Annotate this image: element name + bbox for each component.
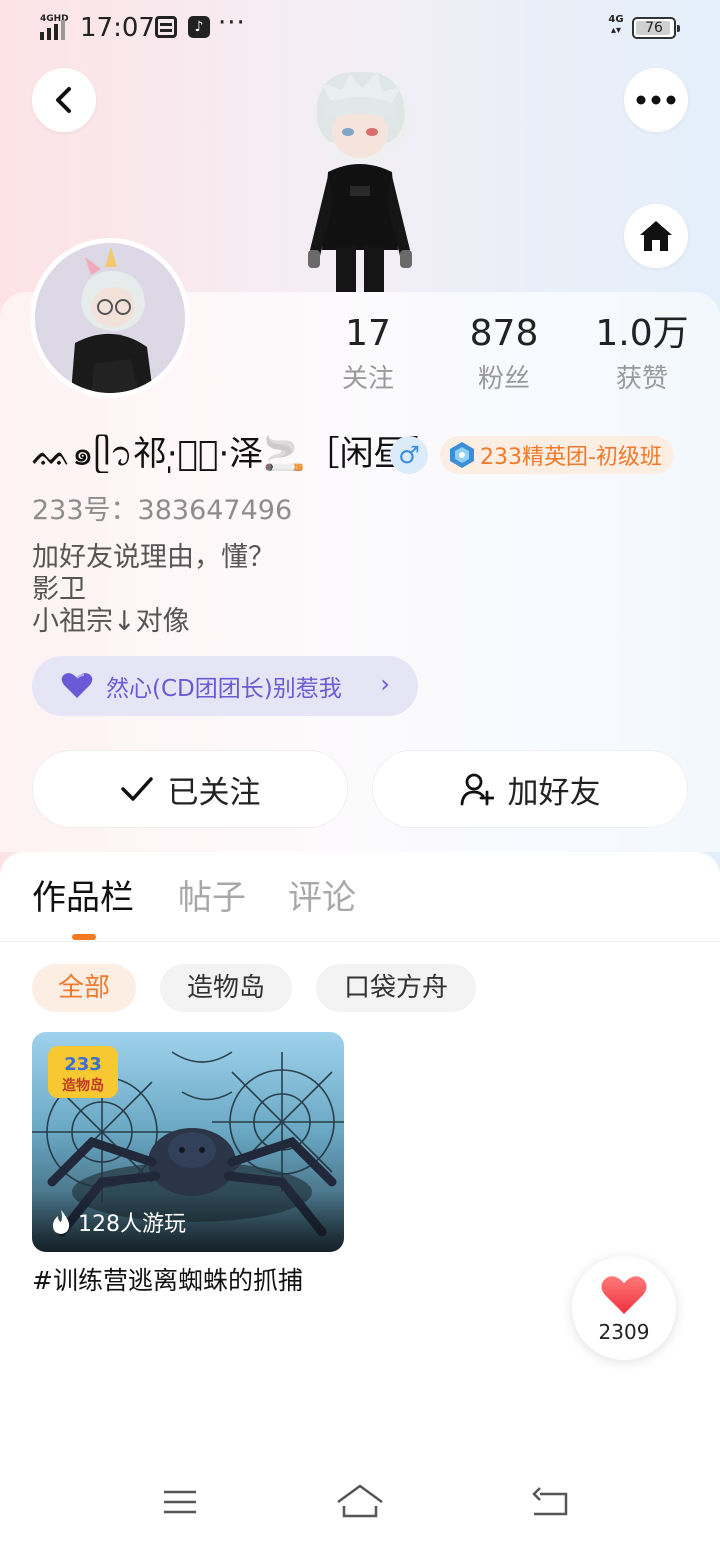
filter-creation-island[interactable]: 造物岛 [160,964,292,1012]
heart-icon [601,1276,647,1314]
home-space-button[interactable] [624,204,688,268]
bio-line: 加好友说理由，懂？ [32,542,275,573]
menu-icon[interactable] [162,1482,198,1522]
battery-icon: 76 [632,17,680,39]
following-button-label: 已关注 [167,774,261,811]
more-notifications-icon: ··· [218,8,246,38]
tab-comments[interactable]: 评论 [288,876,356,920]
like-count: 2309 [598,1320,650,1344]
add-user-icon [460,773,494,806]
avatar-3d-figure [308,71,412,292]
home-icon [640,221,672,251]
likes-count: 1.0万 [595,313,689,354]
rank-gem-icon [450,442,474,468]
tab-indicator [72,934,96,940]
signal-icon: 4GHD [40,14,72,40]
bio-line: 影卫 [32,574,86,605]
like-button[interactable]: 2309 [572,1256,676,1360]
tab-works[interactable]: 作品栏 [32,876,134,920]
heart-icon [61,673,93,698]
work-plays-label: 128人游玩 [78,1212,186,1237]
filter-all[interactable]: 全部 [32,964,136,1012]
system-nav-bar [0,1464,720,1544]
status-time: 17:07 [80,13,155,43]
work-title[interactable]: #训练营逃离蜘蛛的抓捕 [32,1264,303,1298]
more-options-button[interactable] [624,68,688,132]
team-name: 然心(CD团团长)别惹我 [106,676,342,702]
mobile-data-icon: 4G ▴▾ [608,14,624,36]
status-bar: 4GHD 17:07 ♪ ··· 4G ▴▾ 76 [0,0,720,58]
svg-text:233: 233 [64,1054,102,1075]
add-friend-button-label: 加好友 [507,774,601,811]
team-link[interactable]: 然心(CD团团长)别惹我 › [32,656,418,716]
tab-posts[interactable]: 帖子 [178,876,246,920]
fans-label: 粉丝 [477,364,530,394]
back-icon [56,87,71,113]
stat-following[interactable]: 17 关注 [298,312,438,396]
music-notification-icon: ♪ [188,16,210,38]
following-label: 关注 [341,364,394,394]
rank-badge[interactable]: 233精英团-初级班 [440,436,674,474]
work-card[interactable]: 233 造物岛 128人游玩 [32,1032,344,1252]
bio-line: 小祖宗↓对像 [32,606,190,637]
fans-count: 878 [469,313,539,354]
chevron-right-icon: › [380,670,390,698]
divider [0,941,720,942]
svg-text:造物岛: 造物岛 [62,1077,104,1094]
battery-level: 76 [645,20,663,36]
nav-back-icon[interactable] [530,1482,570,1522]
work-plays: 128人游玩 [50,1206,186,1238]
stat-fans[interactable]: 878 粉丝 [434,312,574,396]
fire-icon [52,1210,70,1234]
back-button[interactable] [32,68,96,132]
username: ᨐ๑ᥫ᭡祁·̩͙⃝·泽🚬［闲昼］ [32,434,442,474]
avatar[interactable] [30,238,190,398]
gender-male-icon: ♂ [390,436,428,474]
check-icon [120,777,153,801]
following-count: 17 [345,313,391,354]
filter-pocket-ark[interactable]: 口袋方舟 [316,964,476,1012]
stat-likes[interactable]: 1.0万 获赞 [572,312,712,396]
avatar-image [35,243,185,393]
nav-home-icon[interactable] [336,1482,384,1522]
likes-label: 获赞 [615,364,668,394]
more-icon [636,95,676,105]
card-notification-icon [155,16,177,38]
bio: 加好友说理由，懂？ 影卫 小祖宗↓对像 [32,542,275,638]
following-button[interactable]: 已关注 [32,750,348,828]
rank-badge-label: 233精英团-初级班 [480,445,662,470]
mobile-data-label: 4G [608,14,624,25]
add-friend-button[interactable]: 加好友 [372,750,688,828]
user-id[interactable]: 233号：383647496 [32,494,292,528]
